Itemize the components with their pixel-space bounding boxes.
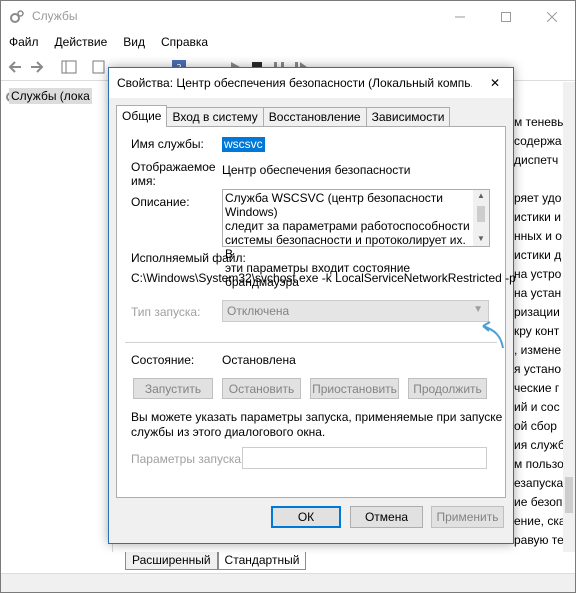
scrollbar-thumb[interactable] (565, 477, 573, 513)
dialog-titlebar: Свойства: Центр обеспечения безопасности… (109, 68, 513, 98)
properties-dialog: Свойства: Центр обеспечения безопасности… (108, 67, 516, 544)
list-item[interactable]: ческие г (514, 381, 559, 395)
separator (125, 342, 497, 343)
list-item[interactable]: ряет удо (514, 191, 561, 205)
list-item[interactable]: , измене (514, 343, 561, 357)
forward-arrow-icon[interactable] (29, 59, 45, 75)
description-scrollbar[interactable]: ▲ ▼ (473, 190, 489, 246)
dialog-title: Свойства: Центр обеспечения безопасности… (117, 76, 472, 90)
maximize-icon (501, 11, 511, 22)
tab-extended[interactable]: Расширенный (125, 552, 218, 570)
window-title: Службы (32, 9, 78, 23)
status-value: Остановлена (222, 353, 296, 367)
params-label: Параметры запуска: (131, 452, 245, 466)
dialog-close-button[interactable]: ✕ (477, 68, 513, 98)
list-item[interactable]: ия служб (514, 438, 564, 452)
apply-button[interactable]: Применить (431, 506, 504, 528)
tab-dependencies[interactable]: Зависимости (365, 107, 451, 127)
list-item[interactable]: равую тех (514, 533, 564, 547)
pause-button[interactable]: Приостановить (310, 378, 399, 399)
services-gear-icon (10, 10, 24, 23)
menu-bar: Файл Действие Вид Справка (1, 32, 575, 54)
display-name-label-cont: имя: (131, 174, 156, 188)
list-item[interactable]: ие безоп (514, 495, 562, 509)
list-item[interactable]: ой сбор (514, 419, 557, 433)
console-tree: Службы (лока (1, 82, 113, 552)
exe-label: Исполняемый файл: (131, 251, 246, 265)
status-bar (1, 573, 575, 592)
service-name-value[interactable]: wscsvc (222, 137, 265, 152)
description-textbox[interactable]: Служба WSCSVC (центр безопасности Window… (222, 189, 490, 289)
hint-text-cont: службы из этого диалогового окна. (131, 425, 326, 439)
dialog-tabs: Общие Вход в систему Восстановление Зави… (116, 105, 451, 127)
scroll-up-icon[interactable]: ▲ (477, 191, 485, 200)
menu-action[interactable]: Действие (47, 32, 116, 54)
display-name-value[interactable]: Центр обеспечения безопасности (222, 163, 411, 177)
resume-button[interactable]: Продолжить (408, 378, 487, 399)
window-titlebar: Службы (1, 1, 575, 32)
hint-text: Вы можете указать параметры запуска, при… (131, 410, 503, 424)
close-icon (547, 11, 557, 22)
menu-view[interactable]: Вид (115, 32, 153, 54)
list-item[interactable]: содержа (514, 134, 562, 148)
description-line: Служба WSCSVC (центр безопасности Window… (225, 191, 443, 219)
tab-standard[interactable]: Стандартный (217, 552, 307, 570)
list-item[interactable]: ение, скач (514, 514, 564, 528)
startup-type-value: Отключена (227, 304, 290, 318)
tab-general[interactable]: Общие (116, 105, 168, 127)
list-item[interactable]: истики д (514, 248, 561, 262)
maximize-button[interactable] (483, 1, 529, 32)
annotation-arrow-icon (482, 321, 504, 349)
scroll-down-icon[interactable]: ▼ (477, 234, 485, 243)
menu-file[interactable]: Файл (1, 32, 47, 54)
display-name-label: Отображаемое (131, 160, 216, 174)
list-item[interactable]: ий и сос (514, 400, 560, 414)
scrollbar-thumb[interactable] (477, 206, 485, 222)
services-list-visible-column: м теневы содержа диспетч ряет удо истики… (511, 82, 564, 552)
tab-recovery[interactable]: Восстановление (262, 107, 367, 127)
list-item[interactable]: езапуска (514, 476, 563, 490)
exe-path-value[interactable]: C:\Windows\System32\svchost.exe -k Local… (131, 271, 516, 285)
stop-button[interactable]: Остановить (222, 378, 301, 399)
list-item[interactable]: я устано (514, 362, 561, 376)
list-item[interactable]: кру конт (514, 324, 559, 338)
general-tab-panel: Имя службы: wscsvc Отображаемое имя: Цен… (116, 126, 516, 498)
startup-type-select[interactable]: Отключена ▼ (222, 300, 489, 322)
menu-help[interactable]: Справка (153, 32, 216, 54)
list-item[interactable]: нных и о (514, 229, 562, 243)
service-name-label: Имя службы: (131, 137, 204, 151)
close-button[interactable] (529, 1, 575, 32)
list-item[interactable]: на устро (514, 267, 561, 281)
list-item[interactable]: ризации , (514, 305, 564, 319)
list-item[interactable]: диспетч (514, 153, 558, 167)
minimize-icon (455, 16, 465, 17)
list-item[interactable]: м пользо (514, 457, 564, 471)
list-item[interactable]: на устан (514, 286, 561, 300)
tree-item-services[interactable]: Службы (лока (5, 88, 92, 104)
description-label: Описание: (131, 195, 190, 209)
minimize-button[interactable] (437, 1, 483, 32)
status-label: Состояние: (131, 353, 195, 367)
back-arrow-icon[interactable] (7, 59, 23, 75)
console-tree-icon[interactable] (61, 59, 77, 75)
description-line: системы безопасности и протоколирует их.… (225, 233, 466, 261)
close-icon: ✕ (489, 76, 501, 90)
startup-type-label: Тип запуска: (131, 305, 201, 319)
list-item[interactable]: истики и (514, 210, 561, 224)
cancel-button[interactable]: Отмена (350, 506, 423, 528)
view-tabs: Расширенный Стандартный (125, 552, 307, 570)
tree-item-label: Службы (лока (9, 88, 92, 104)
list-item[interactable]: м теневы (514, 115, 564, 129)
properties-icon[interactable] (91, 59, 107, 75)
params-input[interactable] (242, 447, 487, 469)
start-button[interactable]: Запустить (133, 378, 213, 399)
description-line: следит за параметрами работоспособности (225, 219, 470, 233)
ok-button[interactable]: ОК (271, 506, 341, 528)
services-list-scrollbar[interactable] (563, 82, 575, 552)
tab-logon[interactable]: Вход в систему (166, 107, 264, 127)
